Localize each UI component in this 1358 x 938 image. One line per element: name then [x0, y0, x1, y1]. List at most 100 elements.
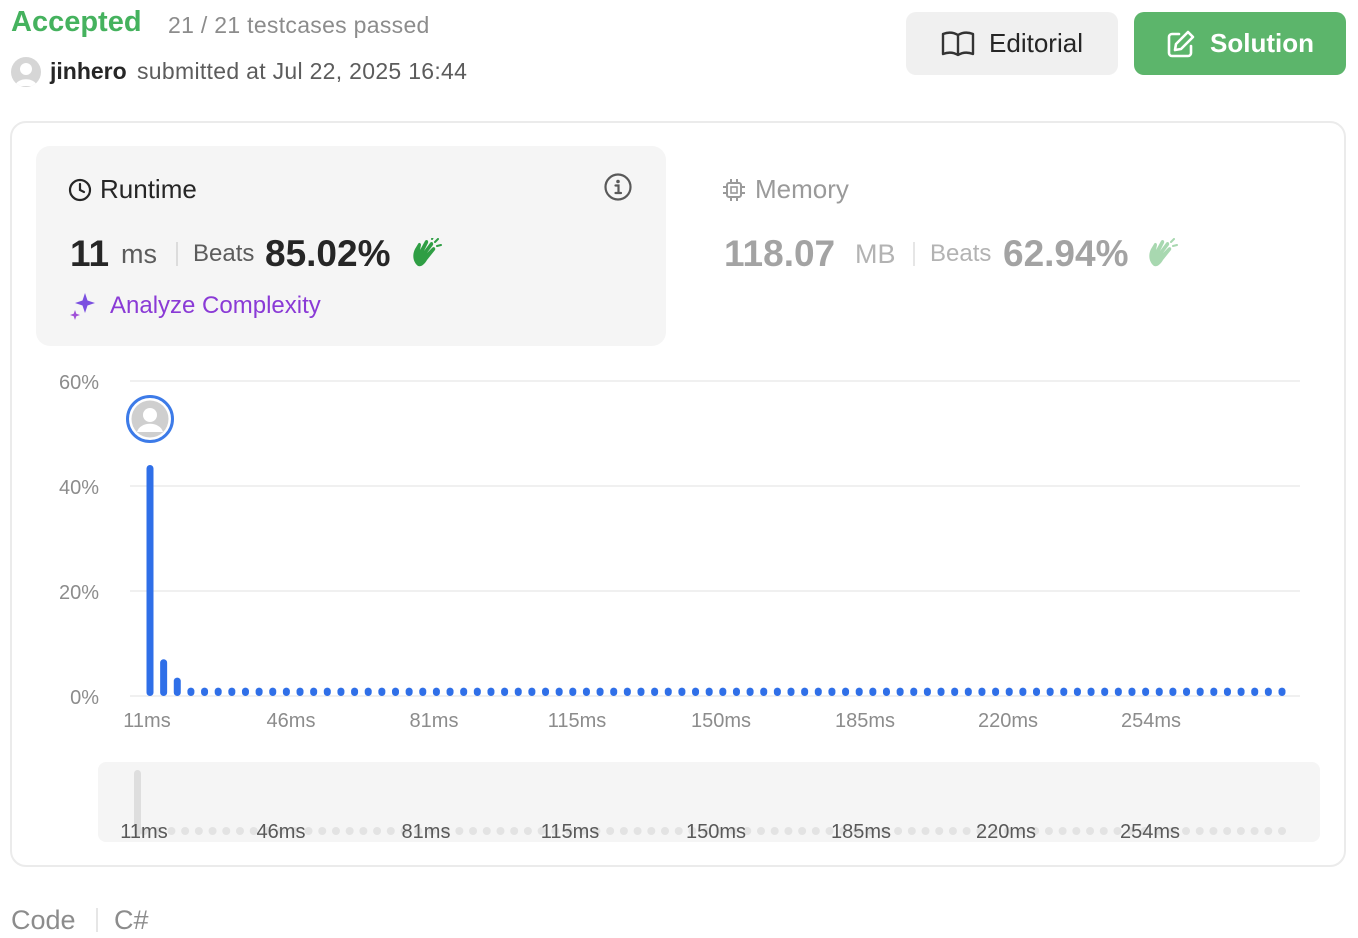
- chart-bar[interactable]: [446, 687, 454, 696]
- chart-bar[interactable]: [282, 687, 290, 696]
- chart-bar[interactable]: [978, 687, 986, 696]
- chart-bar[interactable]: [964, 687, 972, 696]
- chart-bar[interactable]: [432, 687, 440, 696]
- chart-bar[interactable]: [855, 687, 863, 696]
- chart-bar[interactable]: [405, 687, 413, 696]
- chart-bar[interactable]: [419, 687, 427, 696]
- chart-bar[interactable]: [623, 687, 631, 696]
- chart-bar[interactable]: [596, 687, 604, 696]
- chart-bar[interactable]: [787, 687, 795, 696]
- chart-bar[interactable]: [1087, 687, 1095, 696]
- chart-bar[interactable]: [882, 687, 890, 696]
- chart-bar[interactable]: [1142, 687, 1150, 696]
- username-link[interactable]: jinhero: [50, 58, 127, 85]
- chart-bar[interactable]: [923, 687, 931, 696]
- chart-bar[interactable]: [1060, 687, 1068, 696]
- chart-bar[interactable]: [732, 687, 740, 696]
- range-dot: [962, 827, 971, 835]
- range-tick-label: 11ms: [120, 821, 167, 843]
- chart-bar[interactable]: [842, 687, 850, 696]
- solution-button[interactable]: Solution: [1134, 12, 1346, 75]
- code-tab[interactable]: Code: [11, 905, 76, 936]
- chart-bar[interactable]: [269, 687, 277, 696]
- range-dot: [208, 827, 217, 835]
- chart-bar[interactable]: [937, 687, 945, 696]
- chart-bar[interactable]: [1128, 687, 1136, 696]
- chart-bar[interactable]: [1073, 687, 1081, 696]
- chart-bar[interactable]: [569, 687, 577, 696]
- chart-bar[interactable]: [1155, 687, 1163, 696]
- chart-bar[interactable]: [896, 687, 904, 696]
- chart-bar[interactable]: [528, 687, 536, 696]
- chart-bar[interactable]: [296, 687, 304, 696]
- chart-bar[interactable]: [828, 687, 836, 696]
- range-dot: [661, 827, 670, 835]
- chart-bar[interactable]: [610, 687, 618, 696]
- divider: [176, 242, 178, 266]
- chart-bar[interactable]: [473, 687, 481, 696]
- chart-bar[interactable]: [487, 687, 495, 696]
- chart-bar[interactable]: [1033, 687, 1041, 696]
- chart-bar[interactable]: [173, 677, 181, 696]
- chart-bar[interactable]: [378, 687, 386, 696]
- chart-bar[interactable]: [719, 687, 727, 696]
- chart-bar[interactable]: [364, 687, 372, 696]
- chart-bar[interactable]: [1183, 687, 1191, 696]
- chart-bar[interactable]: [501, 687, 509, 696]
- chart-bar[interactable]: [773, 687, 781, 696]
- chart-bar[interactable]: [1005, 687, 1013, 696]
- user-avatar[interactable]: [11, 57, 41, 87]
- chart-bar[interactable]: [1114, 687, 1122, 696]
- chart-bar[interactable]: [187, 687, 195, 696]
- chart-bar[interactable]: [1169, 687, 1177, 696]
- x-tick-label: 150ms: [691, 710, 751, 732]
- chart-bar[interactable]: [705, 687, 713, 696]
- chart-bar[interactable]: [746, 687, 754, 696]
- chart-bar[interactable]: [214, 687, 222, 696]
- chart-bar[interactable]: [801, 687, 809, 696]
- range-dot: [756, 827, 765, 835]
- chart-bar[interactable]: [678, 687, 686, 696]
- chart-bar[interactable]: [1019, 687, 1027, 696]
- chart-bar[interactable]: [337, 687, 345, 696]
- chart-bar[interactable]: [1101, 687, 1109, 696]
- chart-bar[interactable]: [814, 687, 822, 696]
- chart-bar[interactable]: [651, 687, 659, 696]
- info-icon[interactable]: [603, 172, 633, 207]
- chart-bar[interactable]: [514, 687, 522, 696]
- chart-bar[interactable]: [323, 687, 331, 696]
- chart-bar[interactable]: [228, 687, 236, 696]
- chart-bar[interactable]: [992, 687, 1000, 696]
- chart-bar[interactable]: [869, 687, 877, 696]
- chart-bar[interactable]: [582, 687, 590, 696]
- chart-bar[interactable]: [637, 687, 645, 696]
- chart-bar[interactable]: [160, 659, 168, 696]
- chart-bar[interactable]: [760, 687, 768, 696]
- chart-bar[interactable]: [201, 687, 209, 696]
- chart-bar[interactable]: [910, 687, 918, 696]
- chart-bar[interactable]: [951, 687, 959, 696]
- chart-bar[interactable]: [391, 687, 399, 696]
- chart-bar[interactable]: [664, 687, 672, 696]
- analyze-complexity-link[interactable]: Analyze Complexity: [68, 291, 321, 321]
- chart-bar[interactable]: [555, 687, 563, 696]
- chart-bar[interactable]: [542, 687, 550, 696]
- editorial-button[interactable]: Editorial: [906, 12, 1118, 75]
- chart-bar[interactable]: [146, 465, 154, 696]
- memory-tab[interactable]: Memory: [721, 174, 849, 205]
- chart-bar[interactable]: [1278, 687, 1286, 696]
- chart-bar[interactable]: [310, 687, 318, 696]
- chart-bar[interactable]: [1196, 687, 1204, 696]
- chart-bar[interactable]: [255, 687, 263, 696]
- chart-bar[interactable]: [1223, 687, 1231, 696]
- chart-bar[interactable]: [1210, 687, 1218, 696]
- chart-bar[interactable]: [460, 687, 468, 696]
- clock-icon: [68, 178, 92, 201]
- chart-bar[interactable]: [241, 687, 249, 696]
- chart-bar[interactable]: [1046, 687, 1054, 696]
- chart-bar[interactable]: [351, 687, 359, 696]
- chart-bar[interactable]: [1264, 687, 1272, 696]
- chart-bar[interactable]: [692, 687, 700, 696]
- chart-bar[interactable]: [1251, 687, 1259, 696]
- chart-bar[interactable]: [1237, 687, 1245, 696]
